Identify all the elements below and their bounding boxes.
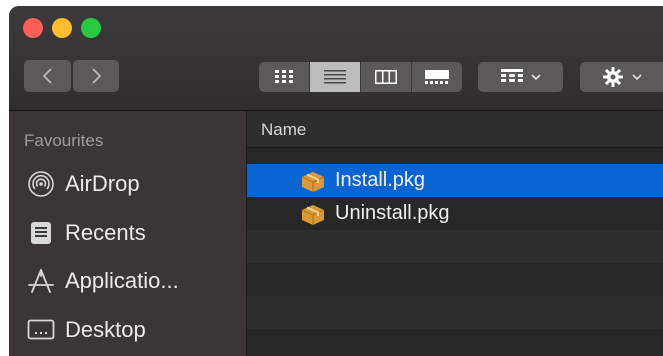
back-button[interactable] bbox=[24, 60, 71, 92]
chevron-down-icon bbox=[530, 73, 541, 80]
list-lines-icon bbox=[324, 70, 346, 84]
file-row-uninstall[interactable]: Uninstall.pkg bbox=[247, 197, 663, 230]
sidebar: Favourites AirDrop Recents Applicatio...… bbox=[9, 111, 247, 356]
package-icon bbox=[299, 201, 329, 227]
column-view-button[interactable] bbox=[361, 62, 412, 92]
name-column-header[interactable]: Name bbox=[247, 111, 663, 148]
icon-view-button[interactable] bbox=[259, 62, 310, 92]
view-mode-selector bbox=[259, 62, 462, 92]
chevron-right-icon bbox=[92, 68, 102, 84]
columns-icon bbox=[375, 70, 397, 84]
forward-button[interactable] bbox=[73, 60, 119, 92]
sidebar-item-label: Applicatio... bbox=[65, 268, 179, 293]
close-window-button[interactable] bbox=[23, 18, 43, 38]
sidebar-item-label: AirDrop bbox=[65, 171, 140, 196]
desktop-icon bbox=[25, 316, 57, 344]
file-list: Name Install.pkg Uninstall.pkg bbox=[247, 111, 663, 356]
list-view-button[interactable] bbox=[310, 62, 361, 92]
sidebar-item-airdrop[interactable]: AirDrop bbox=[25, 167, 140, 201]
sidebar-item-desktop[interactable]: Desktop bbox=[25, 313, 146, 347]
applications-icon bbox=[25, 267, 57, 295]
sidebar-item-recents[interactable]: Recents bbox=[25, 216, 146, 250]
gear-icon bbox=[602, 67, 623, 87]
group-by-icon bbox=[500, 69, 523, 82]
minimize-window-button[interactable] bbox=[52, 18, 72, 38]
recents-icon bbox=[25, 219, 57, 247]
empty-row bbox=[247, 296, 663, 329]
finder-window: Favourites AirDrop Recents Applicatio...… bbox=[9, 6, 663, 356]
sidebar-item-label: Recents bbox=[65, 220, 146, 245]
action-menu-button[interactable] bbox=[580, 62, 663, 92]
file-row-install[interactable]: Install.pkg bbox=[247, 164, 663, 197]
chevron-left-icon bbox=[42, 68, 52, 84]
chevron-down-icon bbox=[631, 73, 642, 80]
toolbar bbox=[9, 6, 663, 111]
sidebar-item-applications[interactable]: Applicatio... bbox=[25, 264, 179, 298]
gallery-icon bbox=[425, 70, 449, 84]
maximize-window-button[interactable] bbox=[81, 18, 101, 38]
package-icon bbox=[299, 168, 329, 194]
group-by-button[interactable] bbox=[478, 62, 563, 92]
gallery-view-button[interactable] bbox=[412, 62, 462, 92]
icon-grid-icon bbox=[275, 70, 293, 83]
sidebar-item-label: Desktop bbox=[65, 317, 146, 342]
airdrop-icon bbox=[25, 170, 57, 198]
file-name: Uninstall.pkg bbox=[335, 202, 450, 224]
file-name: Install.pkg bbox=[335, 169, 426, 191]
sidebar-section-title: Favourites bbox=[24, 131, 104, 150]
empty-row bbox=[247, 230, 663, 263]
